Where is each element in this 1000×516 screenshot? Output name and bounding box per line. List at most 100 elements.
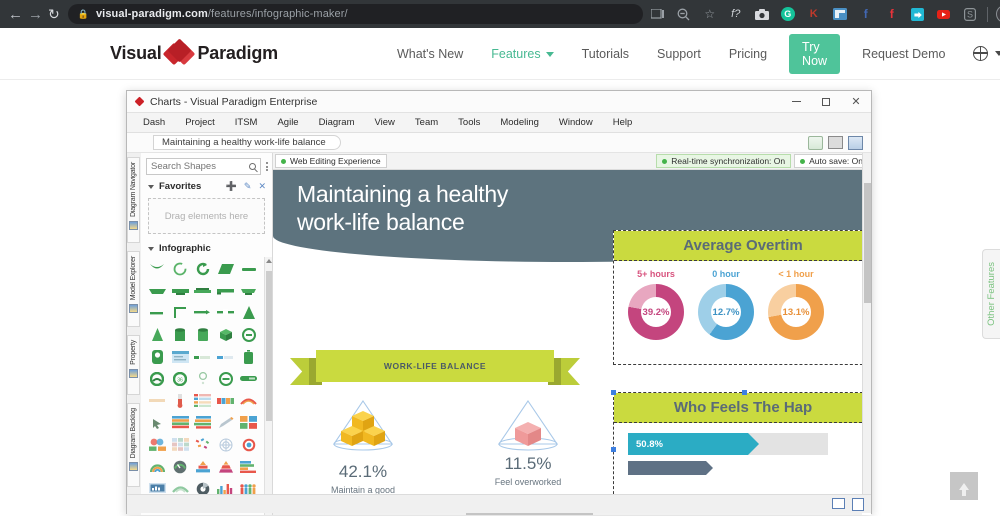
pocket-icon[interactable] — [907, 3, 929, 25]
shape-venn-cards-icon[interactable] — [147, 437, 168, 452]
menu-diagram[interactable]: Diagram — [309, 117, 365, 128]
screenshot-camera-icon[interactable] — [751, 3, 773, 25]
shape-steps-icon[interactable] — [193, 415, 214, 430]
address-bar[interactable]: 🔒 visual-paradigm.com/features/infograph… — [67, 4, 643, 24]
sidebar-item-diagram-navigator[interactable]: Diagram Navigator — [127, 157, 140, 243]
shape-pencil-icon[interactable] — [215, 415, 236, 430]
shape-confetti-icon[interactable] — [193, 437, 214, 452]
shape-small-circle-icon[interactable] — [193, 371, 214, 386]
menu-view[interactable]: View — [365, 117, 405, 128]
selection-handle-top[interactable] — [742, 390, 747, 395]
other-features-tab[interactable]: Other Features — [982, 249, 1000, 339]
shape-pill-bar-icon[interactable] — [238, 371, 259, 386]
request-demo-link[interactable]: Request Demo — [848, 47, 959, 61]
shape-pointer-icon[interactable] — [147, 415, 168, 430]
menu-itsm[interactable]: ITSM — [225, 117, 268, 128]
nav-item-tutorials[interactable]: Tutorials — [568, 47, 643, 61]
reload-icon[interactable]: ↻ — [48, 1, 60, 27]
kaspersky-icon[interactable]: K — [803, 3, 825, 25]
window-resizer-icon[interactable] — [829, 3, 851, 25]
nav-item-support[interactable]: Support — [643, 47, 715, 61]
sidebar-item-model-explorer[interactable]: Model Explorer — [127, 251, 140, 327]
scroll-to-top-button[interactable] — [950, 472, 978, 500]
note-icon[interactable] — [852, 497, 864, 511]
favorites-dropzone[interactable]: Drag elements here — [148, 198, 265, 234]
menu-team[interactable]: Team — [405, 117, 448, 128]
shape-banner3-icon[interactable] — [193, 283, 214, 298]
shape-progress-blue-icon[interactable] — [215, 349, 236, 364]
search-input-wrap[interactable] — [146, 158, 261, 175]
remove-icon[interactable]: ✕ — [258, 181, 266, 192]
donut-0-hour[interactable]: 0 hour 12.7% — [698, 269, 754, 340]
profile-avatar[interactable] — [994, 3, 1000, 25]
shape-battery-icon[interactable] — [238, 349, 259, 364]
sidebar-item-diagram-backlog[interactable]: Diagram Backlog — [127, 403, 140, 487]
close-icon[interactable]: ✕ — [841, 91, 871, 112]
shape-rainbow-gauge-icon[interactable] — [147, 459, 168, 474]
shape-tag-icon[interactable] — [147, 349, 168, 364]
try-now-button[interactable]: Try Now — [789, 33, 841, 74]
shape-pyramid2-icon[interactable] — [215, 459, 236, 474]
menu-modeling[interactable]: Modeling — [490, 117, 549, 128]
panel-average-overtime[interactable]: Average Overtim 5+ hours 39.2% 0 hour 12… — [613, 230, 862, 365]
shape-cylinder-icon[interactable] — [170, 327, 191, 342]
nav-item-pricing[interactable]: Pricing — [715, 47, 781, 61]
menu-agile[interactable]: Agile — [267, 117, 308, 128]
shape-gauge-icon[interactable] — [147, 371, 168, 386]
scrollbar-thumb[interactable] — [265, 271, 272, 421]
grammarly-icon[interactable]: G — [777, 3, 799, 25]
panel-who-feels-happiest[interactable]: Who Feels The Hap 50.8% — [611, 390, 862, 504]
shape-crescent-icon[interactable] — [147, 261, 168, 276]
mail-icon[interactable] — [832, 497, 845, 509]
adobe-flash-icon[interactable]: f — [881, 3, 903, 25]
edit-icon[interactable]: ✎ — [244, 181, 252, 192]
shape-elbow-icon[interactable] — [170, 305, 191, 320]
shape-percent-circle-icon[interactable]: 36 — [170, 371, 191, 386]
site-logo[interactable]: Visual Paradigm — [110, 37, 278, 69]
donut-under-1-hour[interactable]: < 1 hour 13.1% — [768, 269, 824, 340]
stat-block-overworked[interactable]: 11.5% Feel overworked rather often — [453, 398, 603, 506]
menu-dash[interactable]: Dash — [133, 117, 175, 128]
shape-radar-icon[interactable] — [215, 437, 236, 452]
shape-banner5-icon[interactable] — [238, 283, 259, 298]
shape-checklist-icon[interactable] — [193, 393, 214, 408]
shape-stacked-bar-icon[interactable] — [215, 393, 236, 408]
diagram-canvas[interactable]: Maintaining a healthy work-life balance … — [273, 170, 862, 506]
bookmark-star-icon[interactable]: ☆ — [699, 3, 721, 25]
facebook-pixel-icon[interactable]: f — [855, 3, 877, 25]
nav-item-whats-new[interactable]: What's New — [383, 47, 477, 61]
vscroll-thumb[interactable] — [864, 183, 871, 303]
menu-window[interactable]: Window — [549, 117, 603, 128]
infographic-section-header[interactable]: Infographic — [141, 240, 272, 257]
shape-cone-tall-icon[interactable] — [238, 305, 259, 320]
shape-matrix-icon[interactable] — [170, 437, 191, 452]
open-in-browser-icon[interactable] — [848, 135, 863, 150]
shape-line-icon[interactable] — [147, 305, 168, 320]
shape-cube-icon[interactable] — [215, 327, 236, 342]
selection-handle-left[interactable] — [611, 447, 616, 452]
shape-target-icon[interactable] — [238, 437, 259, 452]
shape-arrow-line-icon[interactable] — [193, 305, 214, 320]
favorites-section-header[interactable]: Favorites ➕ ✎ ✕ — [141, 178, 272, 195]
panel-options-icon[interactable] — [266, 162, 268, 171]
shape-card-icon[interactable] — [170, 349, 191, 364]
menu-tools[interactable]: Tools — [448, 117, 490, 128]
stat-block-work-life-balance[interactable]: 42.1% Maintain a good work-life balance — [288, 398, 438, 506]
forward-icon[interactable]: → — [28, 1, 43, 27]
scroll-up-icon[interactable] — [265, 259, 272, 263]
bar-row-second[interactable] — [628, 461, 862, 483]
shape-grid-cards-icon[interactable] — [238, 415, 259, 430]
canvas-vertical-scrollbar[interactable] — [862, 153, 871, 506]
shape-circle-outline-icon[interactable] — [170, 261, 191, 276]
menu-help[interactable]: Help — [603, 117, 643, 128]
shape-ring-label-icon[interactable] — [215, 371, 236, 386]
cast-icon[interactable] — [647, 3, 669, 25]
zoom-out-icon[interactable] — [673, 3, 695, 25]
status-badge-web-editing[interactable]: Web Editing Experience — [275, 154, 387, 168]
language-selector[interactable] — [972, 45, 1000, 61]
breadcrumb[interactable]: Maintaining a healthy work-life balance — [153, 135, 341, 150]
bar-row-508[interactable]: 50.8% — [628, 433, 862, 455]
fontface-extension-icon[interactable]: f? — [725, 3, 747, 25]
status-badge-autosave[interactable]: Auto save: On — [794, 154, 869, 168]
search-input[interactable] — [151, 161, 249, 172]
